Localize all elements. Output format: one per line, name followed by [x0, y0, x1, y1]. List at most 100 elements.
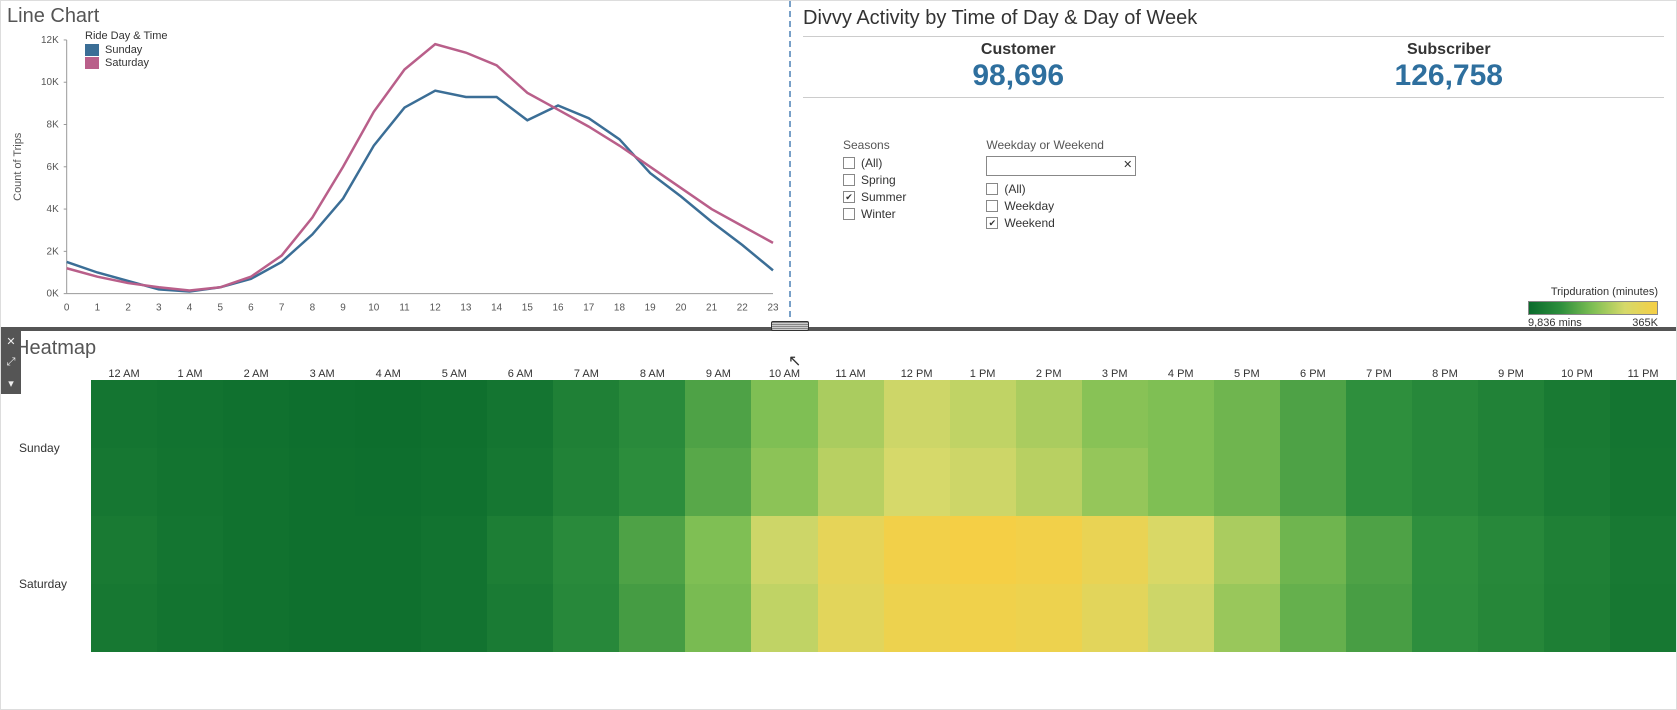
heat-cell[interactable] [751, 516, 817, 584]
heat-cell[interactable] [818, 516, 884, 584]
dow-option[interactable]: Weekday [986, 199, 1136, 213]
heat-cell[interactable] [1082, 380, 1148, 448]
heat-cell[interactable] [1544, 584, 1610, 652]
heat-cell[interactable] [884, 584, 950, 652]
checkbox-icon[interactable] [843, 208, 855, 220]
heat-cell[interactable] [1280, 516, 1346, 584]
heat-cell[interactable] [223, 380, 289, 448]
heat-cell[interactable] [421, 448, 487, 516]
heat-cell[interactable] [553, 448, 619, 516]
heat-cell[interactable] [685, 516, 751, 584]
line-chart-area[interactable]: 0K2K4K6K8K10K12K012345678910111213141516… [7, 30, 783, 323]
heat-cell[interactable] [487, 380, 553, 448]
heat-cell[interactable] [1412, 516, 1478, 584]
expand-icon[interactable]: ⤢ [7, 356, 16, 369]
heat-cell[interactable] [553, 380, 619, 448]
heat-cell[interactable] [1346, 516, 1412, 584]
heat-cell[interactable] [1478, 584, 1544, 652]
heat-cell[interactable] [355, 448, 421, 516]
seasons-option[interactable]: Winter [843, 207, 906, 221]
heat-cell[interactable] [1214, 448, 1280, 516]
heat-cell[interactable] [1346, 448, 1412, 516]
heat-cell[interactable] [421, 584, 487, 652]
heat-cell[interactable] [1610, 516, 1676, 584]
heat-cell[interactable] [421, 380, 487, 448]
heat-cell[interactable] [223, 516, 289, 584]
heat-cell[interactable] [1082, 448, 1148, 516]
heat-cell[interactable] [1280, 380, 1346, 448]
heat-cell[interactable] [1544, 516, 1610, 584]
heat-cell[interactable] [884, 448, 950, 516]
heat-cell[interactable] [818, 448, 884, 516]
heat-cell[interactable] [553, 516, 619, 584]
heat-cell[interactable] [1148, 448, 1214, 516]
seasons-option[interactable]: (All) [843, 156, 906, 170]
heat-cell[interactable] [1280, 584, 1346, 652]
heat-cell[interactable] [1082, 584, 1148, 652]
heat-cell[interactable] [1544, 380, 1610, 448]
heat-cell[interactable] [1610, 448, 1676, 516]
heatmap-grid[interactable]: SundaySaturday [1, 380, 1676, 652]
resize-handle[interactable] [771, 321, 809, 331]
heat-cell[interactable] [818, 380, 884, 448]
heat-cell[interactable] [685, 380, 751, 448]
heat-cell[interactable] [1346, 584, 1412, 652]
heat-cell[interactable] [553, 584, 619, 652]
heat-cell[interactable] [1214, 516, 1280, 584]
heat-cell[interactable] [1280, 448, 1346, 516]
heat-cell[interactable] [1412, 448, 1478, 516]
heat-cell[interactable] [1610, 584, 1676, 652]
heat-cell[interactable] [619, 448, 685, 516]
heat-cell[interactable] [421, 516, 487, 584]
heat-cell[interactable] [1082, 516, 1148, 584]
heat-cell[interactable] [884, 516, 950, 584]
heat-cell[interactable] [1478, 448, 1544, 516]
heat-cell[interactable] [1214, 584, 1280, 652]
heat-cell[interactable] [487, 584, 553, 652]
checkbox-icon[interactable] [843, 191, 855, 203]
heat-cell[interactable] [1148, 516, 1214, 584]
checkbox-icon[interactable] [843, 157, 855, 169]
heat-cell[interactable] [1016, 448, 1082, 516]
heat-cell[interactable] [91, 380, 157, 448]
filter-dow-combo[interactable]: ✕ [986, 156, 1136, 176]
checkbox-icon[interactable] [986, 217, 998, 229]
heat-cell[interactable] [1412, 380, 1478, 448]
heat-cell[interactable] [355, 380, 421, 448]
heat-cell[interactable] [685, 448, 751, 516]
heat-cell[interactable] [1412, 584, 1478, 652]
heat-cell[interactable] [289, 380, 355, 448]
heat-cell[interactable] [487, 448, 553, 516]
seasons-option[interactable]: Spring [843, 173, 906, 187]
heat-cell[interactable] [157, 516, 223, 584]
heat-cell[interactable] [818, 584, 884, 652]
heat-cell[interactable] [223, 448, 289, 516]
heat-cell[interactable] [157, 380, 223, 448]
heat-cell[interactable] [950, 584, 1016, 652]
heat-cell[interactable] [487, 516, 553, 584]
heat-cell[interactable] [1478, 380, 1544, 448]
heat-cell[interactable] [619, 380, 685, 448]
filter-icon[interactable]: ▾ [8, 377, 14, 390]
heat-cell[interactable] [157, 584, 223, 652]
heat-cell[interactable] [157, 448, 223, 516]
heat-cell[interactable] [223, 584, 289, 652]
heat-cell[interactable] [950, 380, 1016, 448]
checkbox-icon[interactable] [986, 183, 998, 195]
heat-cell[interactable] [289, 448, 355, 516]
close-icon[interactable]: ✕ [6, 335, 15, 348]
heat-cell[interactable] [1214, 380, 1280, 448]
legend-item[interactable]: Saturday [85, 57, 168, 69]
legend-item[interactable]: Sunday [85, 44, 168, 56]
heat-cell[interactable] [355, 516, 421, 584]
heat-cell[interactable] [91, 584, 157, 652]
heat-cell[interactable] [619, 584, 685, 652]
heat-cell[interactable] [1610, 380, 1676, 448]
heat-cell[interactable] [884, 380, 950, 448]
heat-cell[interactable] [1346, 380, 1412, 448]
heat-cell[interactable] [751, 448, 817, 516]
heat-cell[interactable] [950, 448, 1016, 516]
dow-option[interactable]: (All) [986, 182, 1136, 196]
heat-cell[interactable] [1148, 380, 1214, 448]
heat-cell[interactable] [619, 516, 685, 584]
